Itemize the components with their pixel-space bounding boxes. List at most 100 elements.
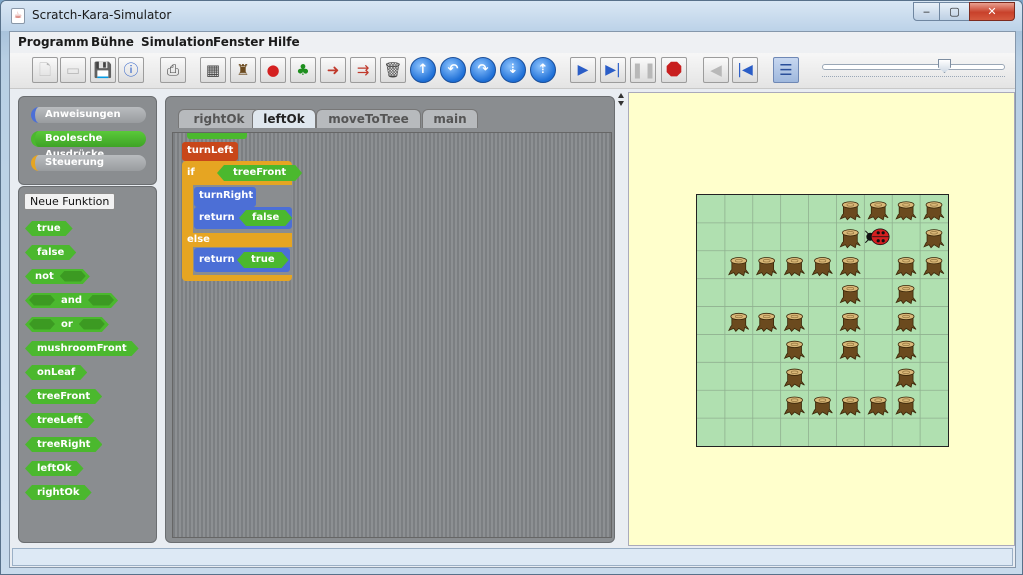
tree-stump-icon[interactable] [811, 257, 833, 277]
tree-stump-icon[interactable] [867, 396, 889, 416]
maximize-button[interactable]: ▢ [939, 2, 970, 21]
palette-block-and[interactable]: and [25, 293, 118, 308]
turn-left-icon[interactable]: ↶ [440, 57, 466, 83]
trash-icon[interactable]: 🗑 [380, 57, 406, 83]
palette-block-false[interactable]: false [25, 245, 76, 260]
category-anweisungen[interactable]: Anweisungen [31, 107, 146, 123]
split-pane-handle[interactable] [616, 92, 626, 547]
tree-stump-icon[interactable] [755, 257, 777, 277]
tree-stump-icon[interactable] [783, 340, 805, 360]
palette-block-treefront[interactable]: treeFront [25, 389, 102, 404]
menu-fenster[interactable]: Fenster [213, 35, 264, 49]
palette-block-treeleft[interactable]: treeLeft [25, 413, 95, 428]
tab-movetotree[interactable]: moveToTree [316, 109, 421, 128]
stop-icon[interactable]: ⯃ [661, 57, 687, 83]
condition-treefront[interactable]: treeFront [217, 165, 302, 181]
layout-toggle-icon[interactable]: ☰ [773, 57, 799, 83]
palette-block-or[interactable]: or [25, 317, 109, 332]
tree-stump-icon[interactable] [867, 201, 889, 221]
new-file-icon[interactable]: 🗋 [32, 57, 58, 83]
boolean-slot[interactable] [29, 295, 55, 306]
palette-block-not[interactable]: not [25, 269, 90, 284]
tree-stump-icon[interactable] [923, 229, 945, 249]
tree-stump-icon[interactable] [783, 257, 805, 277]
open-folder-icon[interactable]: ▭ [60, 57, 86, 83]
tree-stump-icon[interactable] [895, 201, 917, 221]
tree-stump-icon[interactable] [811, 396, 833, 416]
turnright-block[interactable]: turnRight [194, 187, 256, 207]
rewind-icon[interactable]: |◀ [732, 57, 758, 83]
tree-stump-icon[interactable] [839, 396, 861, 416]
tree-stump-icon[interactable] [839, 257, 861, 277]
tree-stump-icon[interactable] [895, 285, 917, 305]
minimize-button[interactable]: ‒ [913, 2, 940, 21]
palette-block-mushroomfront[interactable]: mushroomFront [25, 341, 139, 356]
tree-stump-icon[interactable] [839, 201, 861, 221]
grid-icon[interactable]: ▦ [200, 57, 226, 83]
tree-stump-icon[interactable] [783, 368, 805, 388]
menu-simulation[interactable]: Simulation [141, 35, 214, 49]
tree-stump-icon[interactable]: ♜ [230, 57, 256, 83]
tree-stump-icon[interactable] [728, 312, 750, 332]
menu-hilfe[interactable]: Hilfe [268, 35, 300, 49]
speed-slider-track[interactable] [822, 64, 1005, 70]
menu-programm[interactable]: Programm [18, 35, 89, 49]
put-leaf-icon[interactable]: ⇣ [500, 57, 526, 83]
mushroom-icon[interactable]: ● [260, 57, 286, 83]
remove-leaf-icon[interactable]: ⇡ [530, 57, 556, 83]
ladybug-kara-icon[interactable] [864, 228, 890, 246]
tree-stump-icon[interactable] [895, 396, 917, 416]
script-canvas[interactable]: turnLeft if treeFront turnRight return f… [172, 132, 612, 538]
tree-stump-icon[interactable] [728, 257, 750, 277]
boolean-slot[interactable] [88, 295, 114, 306]
tree-stump-icon[interactable] [839, 312, 861, 332]
return-value-false[interactable]: false [239, 210, 292, 226]
run-icon[interactable]: ▶ [570, 57, 596, 83]
collapse-up-icon[interactable] [618, 93, 624, 98]
palette-block-onleaf[interactable]: onLeaf [25, 365, 87, 380]
clover-leaf-icon[interactable]: ♣ [290, 57, 316, 83]
tab-leftok[interactable]: leftOk [252, 109, 316, 128]
tree-stump-icon[interactable] [895, 368, 917, 388]
turn-right-icon[interactable]: ↷ [470, 57, 496, 83]
tree-stump-icon[interactable] [783, 312, 805, 332]
palette-block-treeright[interactable]: treeRight [25, 437, 102, 452]
new-function-button[interactable]: Neue Funktion [24, 193, 116, 210]
tree-stump-icon[interactable] [755, 312, 777, 332]
print-icon[interactable]: ⎙ [160, 57, 186, 83]
menu-buehne[interactable]: Bühne [91, 35, 134, 49]
tree-stump-icon[interactable] [839, 340, 861, 360]
copy-kara-icon[interactable]: ⇉ [350, 57, 376, 83]
return-value-true[interactable]: true [237, 252, 289, 268]
tree-stump-icon[interactable] [895, 340, 917, 360]
tree-stump-icon[interactable] [783, 396, 805, 416]
tree-stump-icon[interactable] [923, 257, 945, 277]
step-icon[interactable]: ▶| [600, 57, 626, 83]
close-button[interactable]: ✕ [969, 2, 1015, 21]
boolean-slot[interactable] [60, 271, 86, 282]
info-icon[interactable]: ⓘ [118, 57, 144, 83]
boolean-slot[interactable] [79, 319, 105, 330]
title-bar[interactable]: ☕ Scratch-Kara-Simulator ‒ ▢ ✕ [1, 1, 1022, 31]
palette-block-true[interactable]: true [25, 221, 73, 236]
collapse-down-icon[interactable] [618, 101, 624, 106]
tab-main[interactable]: main [422, 109, 478, 128]
palette-block-leftok[interactable]: leftOk [25, 461, 84, 476]
tree-stump-icon[interactable] [839, 229, 861, 249]
category-steuerung[interactable]: Steuerung [31, 155, 146, 171]
move-forward-icon[interactable]: ↑ [410, 57, 436, 83]
tree-stump-icon[interactable] [895, 312, 917, 332]
tree-stump-icon[interactable] [923, 201, 945, 221]
palette-block-rightok[interactable]: rightOk [25, 485, 92, 500]
tree-stump-icon[interactable] [839, 285, 861, 305]
pause-icon[interactable]: ❚❚ [630, 57, 656, 83]
boolean-slot[interactable] [29, 319, 55, 330]
save-icon[interactable]: 💾 [90, 57, 116, 83]
step-back-icon[interactable]: ◀ [703, 57, 729, 83]
move-kara-icon[interactable]: ➜ [320, 57, 346, 83]
world-grid[interactable] [696, 194, 949, 447]
tree-stump-icon[interactable] [895, 257, 917, 277]
tab-rightok[interactable]: rightOk [178, 109, 260, 128]
category-boolesche-ausdruecke[interactable]: Boolesche Ausdrücke [31, 131, 146, 160]
speed-slider-thumb[interactable] [938, 59, 951, 73]
